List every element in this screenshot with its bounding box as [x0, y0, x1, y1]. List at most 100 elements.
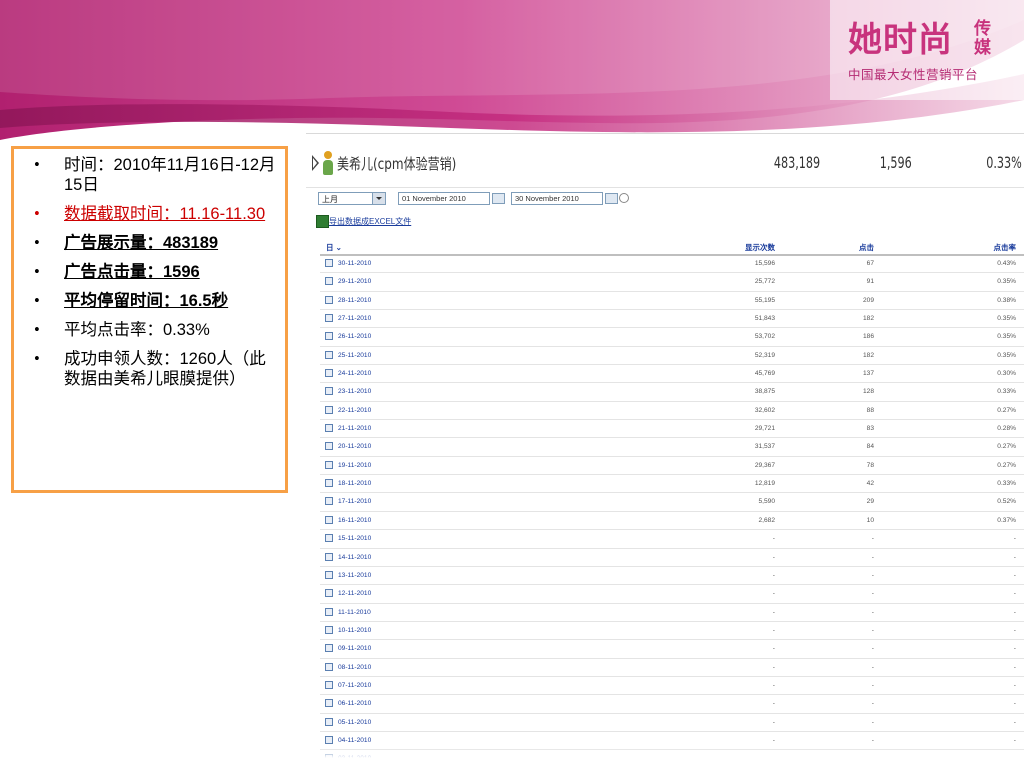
row-date-link[interactable]: 29-11-2010 [338, 278, 371, 285]
row-impressions-cell: - [772, 590, 775, 598]
total-ctr: 0.33% [986, 153, 1022, 172]
row-date-link[interactable]: 17-11-2010 [338, 498, 371, 505]
table-row[interactable]: 13-11-2010 - - - [320, 567, 1024, 586]
table-row[interactable]: 28-11-2010 55,195 209 0.38% [320, 292, 1024, 311]
calendar-day-icon [325, 369, 333, 378]
row-date-link[interactable]: 21-11-2010 [338, 425, 371, 432]
row-date-link[interactable]: 05-11-2010 [338, 719, 371, 726]
row-clicks-cell: 128 [862, 388, 874, 396]
calendar-day-icon [325, 552, 333, 561]
table-row[interactable]: 26-11-2010 53,702 186 0.35% [320, 328, 1024, 347]
row-ctr-cell: 0.30% [997, 370, 1016, 378]
row-clicks-cell: - [871, 571, 874, 579]
row-clicks-cell: - [871, 718, 874, 726]
row-clicks-cell: - [871, 535, 874, 543]
period-select[interactable]: 上月 [318, 192, 386, 205]
collapse-arrow-icon[interactable] [312, 155, 319, 171]
row-ctr-cell: 0.35% [997, 351, 1016, 359]
row-date-link[interactable]: 16-11-2010 [338, 517, 371, 524]
calendar-day-icon [325, 607, 333, 616]
row-date-link[interactable]: 23-11-2010 [338, 388, 371, 395]
row-date-link[interactable]: 22-11-2010 [338, 407, 371, 414]
row-date-link[interactable]: 06-11-2010 [338, 700, 371, 707]
row-date-link[interactable]: 26-11-2010 [338, 333, 371, 340]
row-date-link[interactable]: 18-11-2010 [338, 480, 371, 487]
export-excel-label[interactable]: 导出数据成EXCEL文件 [329, 216, 411, 227]
summary-item-label: 平均停留时间： [64, 291, 180, 310]
row-date-link[interactable]: 08-11-2010 [338, 664, 371, 671]
reset-icon[interactable] [619, 193, 629, 203]
row-clicks-cell: 88 [866, 406, 874, 414]
table-row[interactable]: 17-11-2010 5,590 29 0.52% [320, 493, 1024, 512]
row-clicks-cell: 84 [866, 443, 874, 451]
table-row[interactable]: 16-11-2010 2,682 10 0.37% [320, 512, 1024, 531]
summary-item: • 广告展示量：483189 [22, 233, 277, 253]
row-impressions-cell: - [772, 571, 775, 579]
row-date-link[interactable]: 24-11-2010 [338, 370, 371, 377]
column-header-impressions[interactable]: 显示次数 [745, 242, 775, 253]
row-ctr-cell: - [1013, 736, 1016, 744]
table-row[interactable]: 29-11-2010 25,772 91 0.35% [320, 273, 1024, 292]
table-row[interactable]: 14-11-2010 - - - [320, 549, 1024, 567]
table-row[interactable]: 15-11-2010 - - - [320, 530, 1024, 549]
column-header-date[interactable]: 日 ⌄ [326, 242, 342, 253]
row-date-link[interactable]: 15-11-2010 [338, 535, 371, 542]
table-row[interactable]: 21-11-2010 29,721 83 0.28% [320, 420, 1024, 439]
table-row[interactable]: 11-11-2010 - - - [320, 604, 1024, 622]
row-date-link[interactable]: 19-11-2010 [338, 462, 371, 469]
table-row[interactable]: 23-11-2010 38,875 128 0.33% [320, 383, 1024, 402]
row-date-link[interactable]: 27-11-2010 [338, 315, 371, 322]
table-row[interactable]: 25-11-2010 52,319 182 0.35% [320, 347, 1024, 366]
table-row[interactable]: 20-11-2010 31,537 84 0.27% [320, 438, 1024, 457]
table-row[interactable]: 18-11-2010 12,819 42 0.33% [320, 475, 1024, 494]
row-date-link[interactable]: 11-11-2010 [338, 609, 371, 616]
row-date-link[interactable]: 25-11-2010 [338, 352, 371, 359]
calendar-icon[interactable] [492, 193, 505, 204]
row-impressions-cell: 31,537 [754, 443, 775, 451]
row-impressions-cell: 55,195 [754, 296, 775, 304]
logo-side-text: 传媒 [974, 19, 991, 58]
calendar-icon[interactable] [605, 193, 618, 204]
row-date-link[interactable]: 09-11-2010 [338, 645, 371, 652]
date-from-input[interactable]: 01 November 2010 [398, 192, 490, 205]
row-date-link[interactable]: 07-11-2010 [338, 682, 371, 689]
row-date-link[interactable]: 28-11-2010 [338, 297, 371, 304]
table-row[interactable]: 12-11-2010 - - - [320, 585, 1024, 604]
calendar-day-icon [325, 680, 333, 689]
row-impressions-cell: - [772, 535, 775, 543]
row-ctr-cell: 0.35% [997, 278, 1016, 286]
column-header-clicks[interactable]: 点击 [859, 242, 874, 253]
excel-icon [316, 215, 329, 228]
table-row[interactable]: 22-11-2010 32,602 88 0.27% [320, 402, 1024, 421]
row-date-link[interactable]: 04-11-2010 [338, 737, 371, 744]
table-row[interactable]: 30-11-2010 15,596 67 0.43% [320, 255, 1024, 274]
row-impressions-cell: - [772, 663, 775, 671]
calendar-day-icon [325, 644, 333, 653]
bullet-marker: • [34, 233, 40, 252]
table-row[interactable]: 07-11-2010 - - - [320, 677, 1024, 696]
brand-logo: 她时尚 传媒 中国最大女性营销平台 [848, 20, 1008, 84]
table-row[interactable]: 27-11-2010 51,843 182 0.35% [320, 310, 1024, 329]
calendar-day-icon [325, 662, 333, 671]
table-row[interactable]: 06-11-2010 - - - [320, 695, 1024, 714]
row-impressions-cell: - [772, 553, 775, 561]
calendar-day-icon [325, 589, 333, 598]
chevron-down-icon[interactable] [372, 193, 385, 204]
column-header-ctr[interactable]: 点击率 [994, 242, 1017, 253]
summary-item-label: 数据截取时间： [64, 204, 180, 223]
table-row[interactable]: 19-11-2010 29,367 78 0.27% [320, 457, 1024, 476]
row-date-link[interactable]: 12-11-2010 [338, 590, 371, 597]
table-row[interactable]: 09-11-2010 - - - [320, 640, 1024, 659]
row-date-link[interactable]: 14-11-2010 [338, 554, 371, 561]
calendar-day-icon [325, 405, 333, 414]
table-row[interactable]: 05-11-2010 - - - [320, 714, 1024, 732]
table-row[interactable]: 08-11-2010 - - - [320, 659, 1024, 677]
date-to-input[interactable]: 30 November 2010 [511, 192, 603, 205]
row-date-link[interactable]: 13-11-2010 [338, 572, 371, 579]
table-row[interactable]: 24-11-2010 45,769 137 0.30% [320, 365, 1024, 384]
row-date-link[interactable]: 20-11-2010 [338, 443, 371, 450]
table-row[interactable]: 10-11-2010 - - - [320, 622, 1024, 641]
row-date-link[interactable]: 10-11-2010 [338, 627, 371, 634]
row-ctr-cell: 0.35% [997, 333, 1016, 341]
row-date-link[interactable]: 30-11-2010 [338, 260, 371, 267]
